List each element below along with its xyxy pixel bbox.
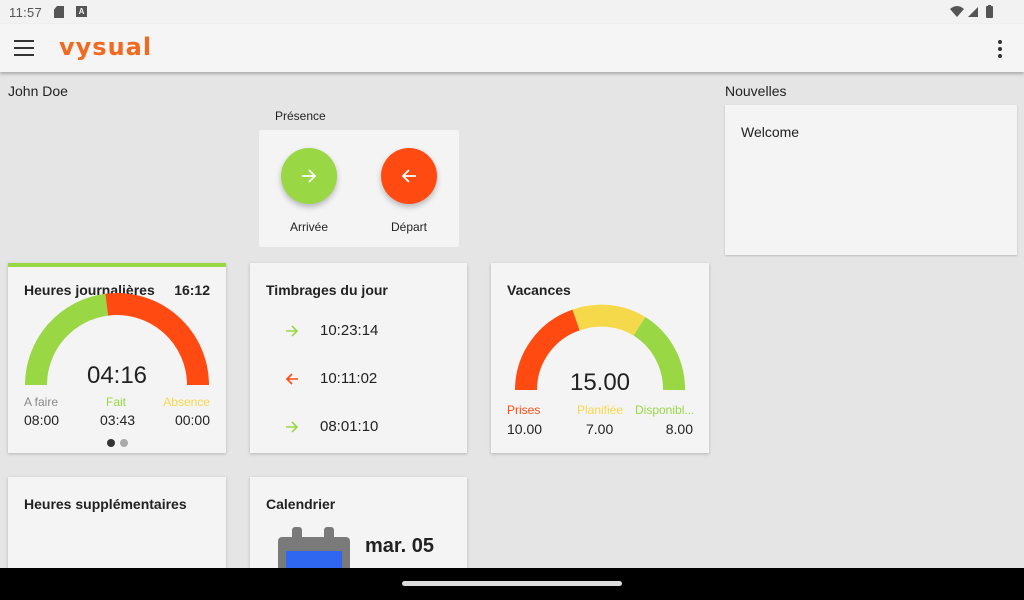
stamp-time: 08:01:10 — [320, 418, 379, 435]
absence-value: 00:00 — [174, 412, 210, 428]
arrow-in-icon — [286, 421, 299, 433]
arrow-right-icon — [302, 169, 317, 183]
planned-label: Planifiée — [577, 403, 624, 417]
page-indicator-dot-active[interactable] — [107, 439, 115, 447]
calendar-icon — [278, 527, 350, 571]
calendar-title: Calendrier — [266, 496, 336, 512]
status-icons — [950, 5, 998, 22]
stamps-card[interactable]: Timbrages du jour 10:23:14 10:11:02 08:0… — [250, 263, 467, 453]
status-bar: 11:57 A — [0, 0, 1024, 24]
hamburger-menu-icon[interactable] — [14, 40, 34, 56]
user-name: John Doe — [8, 83, 68, 99]
gauge-planned-arc — [572, 304, 646, 336]
presence-card: Arrivée Départ — [259, 130, 459, 247]
stamp-time: 10:11:02 — [320, 370, 378, 387]
news-card[interactable]: Welcome — [725, 105, 1017, 255]
vysual-logo: vysual — [59, 33, 153, 61]
presence-title: Présence — [275, 109, 326, 123]
news-title: Nouvelles — [725, 83, 787, 99]
daily-hours-center-value: 04:16 — [86, 362, 148, 389]
vacations-card[interactable]: Vacances 15.00 Prises Planifiée Disponib… — [491, 263, 709, 453]
available-value: 8.00 — [665, 421, 693, 437]
sd-card-icon — [54, 6, 64, 18]
a-notification-icon: A — [76, 6, 87, 17]
arrow-out-icon — [285, 373, 298, 385]
done-value: 03:43 — [100, 412, 136, 428]
calendar-card[interactable]: Calendrier mar. 05 — [250, 477, 467, 577]
vacations-center-value: 15.00 — [569, 369, 631, 396]
todo-label: A faire — [24, 395, 59, 409]
stamps-title: Timbrages du jour — [266, 282, 388, 298]
calendar-date: mar. 05 — [365, 535, 434, 557]
planned-value: 7.00 — [586, 421, 614, 437]
taken-value: 10.00 — [507, 421, 543, 437]
stamp-time: 10:23:14 — [320, 322, 379, 339]
arrival-button[interactable] — [281, 148, 337, 204]
taken-label: Prises — [507, 403, 541, 417]
done-label: Fait — [106, 395, 127, 409]
absence-label: Absence — [163, 395, 210, 409]
overtime-title: Heures supplémentaires — [24, 496, 187, 512]
home-gesture-handle[interactable] — [402, 581, 622, 586]
arrival-label: Arrivée — [289, 220, 328, 234]
todo-value: 08:00 — [24, 412, 60, 428]
wifi-signal-battery-icons — [950, 5, 993, 18]
page-indicator-dot[interactable] — [120, 439, 128, 447]
departure-button[interactable] — [381, 148, 437, 204]
app-bar: vysual — [0, 24, 1024, 72]
arrow-left-icon — [401, 169, 416, 183]
overflow-menu-icon[interactable] — [998, 40, 1002, 58]
arrow-in-icon — [286, 325, 299, 337]
daily-hours-card[interactable]: Heures journalières 16:12 04:16 A faire … — [8, 263, 226, 453]
news-item: Welcome — [741, 124, 800, 140]
overtime-card[interactable]: Heures supplémentaires — [8, 477, 226, 577]
available-label: Disponibl... — [635, 403, 695, 417]
departure-label: Départ — [390, 220, 428, 234]
status-time: 11:57 — [9, 5, 43, 20]
